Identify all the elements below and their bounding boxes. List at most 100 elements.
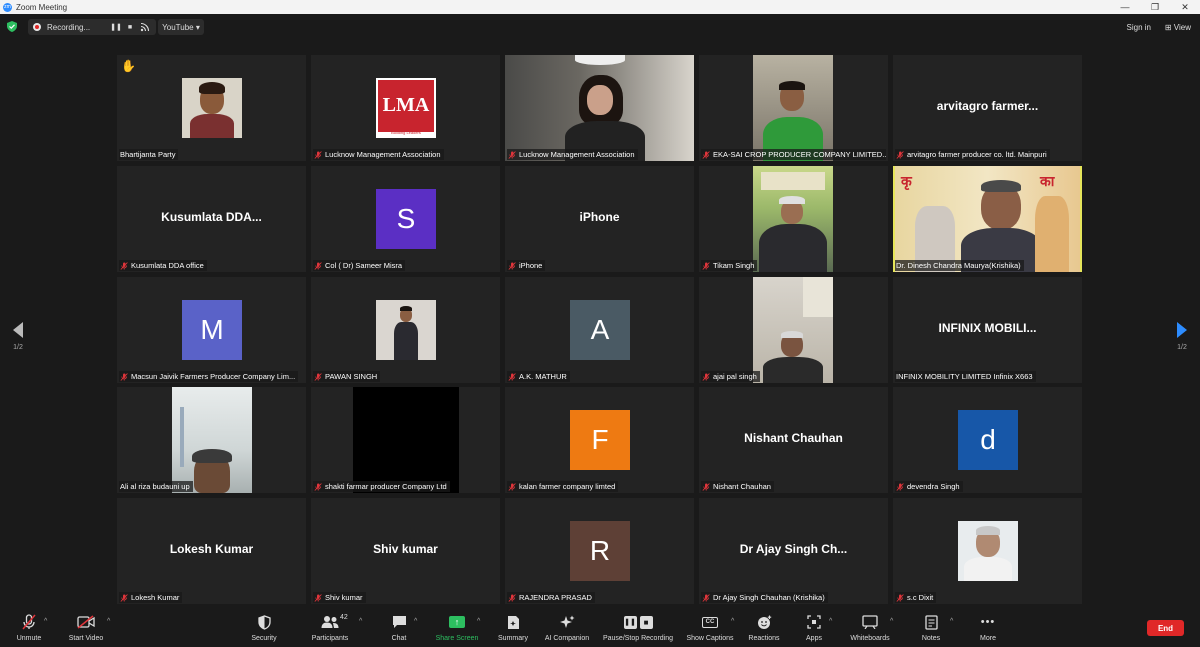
chevron-up-icon[interactable]: ^: [829, 618, 832, 625]
start-video-button[interactable]: ^ Start Video: [51, 614, 121, 642]
participant-tile[interactable]: arvitagro farmer... arvitagro farmer pro…: [893, 55, 1082, 161]
chevron-up-icon[interactable]: ^: [890, 618, 893, 625]
apps-icon: [807, 615, 821, 629]
participant-tile[interactable]: LMA Building Leaders Lucknow Management …: [311, 55, 500, 161]
participant-name-label: ajai pal singh: [701, 371, 760, 382]
participant-tile[interactable]: Tikam Singh: [699, 166, 888, 272]
whiteboard-icon: [862, 615, 878, 629]
page-indicator-right: 1/2: [1177, 344, 1187, 351]
participant-video: [505, 55, 694, 161]
notes-label: Notes: [921, 635, 941, 642]
participant-tile[interactable]: Dr Ajay Singh Ch... Dr Ajay Singh Chauha…: [699, 498, 888, 604]
meeting-topbar: Recording... ❚❚ ■ YouTube ▾ Sign in ⊞ Vi…: [0, 14, 1200, 40]
next-page-button[interactable]: 1/2: [1175, 322, 1189, 351]
pause-stop-recording-button[interactable]: ❚❚ ■ Pause/Stop Recording: [596, 614, 680, 642]
shield-icon[interactable]: [7, 21, 17, 32]
minimize-button[interactable]: —: [1110, 0, 1140, 14]
mic-muted-icon: [508, 150, 516, 159]
mic-muted-icon: [702, 482, 710, 491]
more-button[interactable]: ••• More: [953, 614, 1023, 642]
participant-display-name: Shiv kumar: [373, 542, 438, 556]
participant-tile[interactable]: PAWAN SINGH: [311, 277, 500, 383]
summary-label: Summary: [498, 635, 528, 642]
window-titlebar: zm Zoom Meeting — ❐ ✕: [0, 0, 1200, 14]
participant-name-label: Col ( Dr) Sameer Misra: [313, 260, 406, 271]
mic-muted-icon: [702, 261, 710, 270]
participant-tile[interactable]: R RAJENDRA PRASAD: [505, 498, 694, 604]
unmute-label: Unmute: [16, 635, 42, 642]
chevron-up-icon[interactable]: ^: [44, 618, 47, 625]
sign-in-link[interactable]: Sign in: [1127, 23, 1151, 32]
participant-tile[interactable]: ✋ Bhartijanta Party: [117, 55, 306, 161]
livestream-icon[interactable]: [140, 22, 150, 32]
participant-name-label: shakti farmar producer Company Ltd: [313, 481, 450, 492]
security-label: Security: [251, 635, 277, 642]
participant-photo: [182, 78, 242, 138]
more-label: More: [980, 635, 996, 642]
participant-name-label: iPhone: [507, 260, 546, 271]
whiteboards-button[interactable]: ^ Whiteboards: [835, 614, 905, 642]
maximize-button[interactable]: ❐: [1140, 0, 1170, 14]
mic-muted-icon: [314, 372, 322, 381]
ai-companion-button[interactable]: AI Companion: [532, 614, 602, 642]
previous-page-button[interactable]: 1/2: [11, 322, 25, 351]
stop-recording-icon[interactable]: ■: [123, 24, 137, 31]
shield-icon: [257, 614, 271, 630]
close-button[interactable]: ✕: [1170, 0, 1200, 14]
share-screen-label: Share Screen: [435, 635, 479, 642]
participant-tile[interactable]: EKA-SAI CROP PRODUCER COMPANY LIMITED...: [699, 55, 888, 161]
end-meeting-button[interactable]: End: [1147, 620, 1184, 636]
participant-video: [172, 387, 252, 493]
view-button[interactable]: ⊞ View: [1165, 23, 1191, 32]
chat-icon: [392, 616, 406, 628]
security-button[interactable]: Security: [229, 614, 299, 642]
show-captions-label: Show Captions: [686, 635, 734, 642]
window-title: Zoom Meeting: [16, 2, 68, 12]
participant-video: [753, 277, 833, 383]
participant-tile[interactable]: ajai pal singh: [699, 277, 888, 383]
mic-muted-icon: [314, 150, 322, 159]
chevron-up-icon[interactable]: ^: [107, 618, 110, 625]
participant-name-label: Macsun Jaivik Farmers Producer Company L…: [119, 371, 299, 382]
participant-name-label: Kusumlata DDA office: [119, 260, 207, 271]
participant-tile[interactable]: M Macsun Jaivik Farmers Producer Company…: [117, 277, 306, 383]
recording-indicator: Recording... ❚❚ ■: [28, 19, 156, 35]
participants-label: Participants: [311, 635, 349, 642]
participant-tile[interactable]: shakti farmar producer Company Ltd: [311, 387, 500, 493]
pause-recording-icon[interactable]: ❚❚: [109, 23, 123, 31]
chevron-up-icon[interactable]: ^: [359, 618, 362, 625]
participant-tile[interactable]: Nishant Chauhan Nishant Chauhan: [699, 387, 888, 493]
participants-button[interactable]: 42 ^ Participants: [295, 614, 365, 642]
participant-name-label: A.K. MATHUR: [507, 371, 570, 382]
video-off-icon: [77, 615, 95, 629]
participant-tile[interactable]: A A.K. MATHUR: [505, 277, 694, 383]
participant-tile[interactable]: Kusumlata DDA... Kusumlata DDA office: [117, 166, 306, 272]
youtube-stream-dropdown[interactable]: YouTube ▾: [158, 19, 204, 35]
participant-tile[interactable]: s.c Dixit: [893, 498, 1082, 604]
mic-muted-icon: [314, 593, 322, 602]
participant-video: कृ का: [895, 166, 1080, 272]
participant-display-name: INFINIX MOBILI...: [938, 321, 1037, 335]
more-icon: •••: [980, 616, 996, 628]
avatar: d: [958, 410, 1018, 470]
participant-tile-active-speaker[interactable]: कृ का Dr. Dinesh Chandra Maurya(Krishika…: [893, 166, 1082, 272]
participant-photo: [958, 521, 1018, 581]
pause-recording-label: Pause/Stop Recording: [602, 635, 674, 642]
chevron-up-icon[interactable]: ^: [414, 618, 417, 625]
mic-muted-icon: [314, 261, 322, 270]
chevron-right-icon: [1177, 322, 1187, 338]
participant-display-name: Nishant Chauhan: [744, 431, 843, 445]
participant-tile[interactable]: Lokesh Kumar Lokesh Kumar: [117, 498, 306, 604]
participant-tile[interactable]: Ali al riza budauni up: [117, 387, 306, 493]
participant-display-name: iPhone: [579, 210, 620, 224]
participant-tile[interactable]: INFINIX MOBILI... INFINIX MOBILITY LIMIT…: [893, 277, 1082, 383]
participant-tile[interactable]: F kalan farmer company limted: [505, 387, 694, 493]
participant-tile[interactable]: S Col ( Dr) Sameer Misra: [311, 166, 500, 272]
participant-tile[interactable]: Lucknow Management Association: [505, 55, 694, 161]
participant-video: [753, 166, 833, 272]
avatar: A: [570, 300, 630, 360]
participant-tile[interactable]: Shiv kumar Shiv kumar: [311, 498, 500, 604]
avatar: R: [570, 521, 630, 581]
participant-tile[interactable]: iPhone iPhone: [505, 166, 694, 272]
participant-tile[interactable]: d devendra Singh: [893, 387, 1082, 493]
